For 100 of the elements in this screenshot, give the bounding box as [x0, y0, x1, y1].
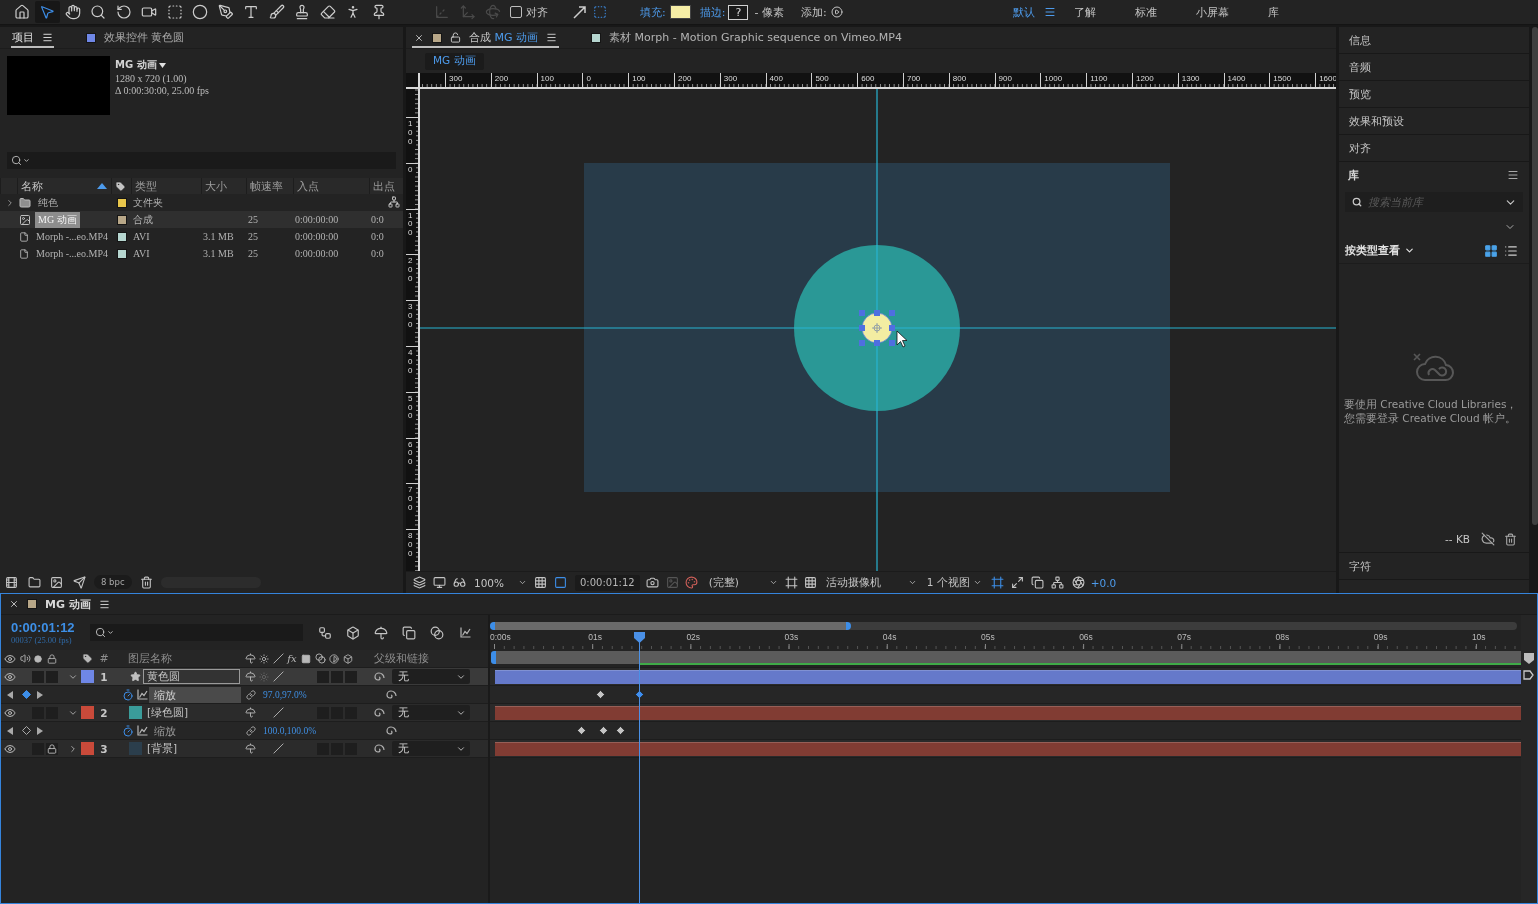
keyframe-icon[interactable] [596, 690, 606, 699]
snapping-checkbox[interactable] [510, 6, 522, 18]
solo-toggle[interactable] [32, 670, 44, 683]
column-header[interactable]: 名称 [21, 178, 43, 194]
search-field[interactable] [7, 152, 396, 169]
project-row[interactable]: MG 动画 合成 25 0:00:00:00 0:0 [0, 211, 403, 228]
switch-toggle[interactable] [331, 670, 343, 683]
item-name[interactable]: Morph -...eo.MP4 [33, 230, 111, 243]
frame-icon[interactable] [784, 576, 798, 589]
panel-header[interactable]: 预览 [1339, 81, 1529, 107]
diamond-icon[interactable] [21, 726, 31, 735]
large-circle[interactable] [794, 245, 960, 411]
speaker-icon[interactable] [19, 653, 31, 664]
trash-icon[interactable] [139, 575, 153, 589]
grid-icon[interactable] [803, 576, 817, 589]
view-layout-dropdown[interactable]: 1 个视图 [923, 574, 984, 591]
cube-icon[interactable] [343, 653, 353, 664]
current-time-field[interactable]: 0:00:01:12 [575, 574, 640, 591]
selection-handle[interactable] [874, 340, 880, 346]
menu-icon[interactable] [98, 598, 110, 610]
spiral-icon[interactable] [385, 724, 397, 737]
umbrella-icon[interactable] [374, 625, 388, 640]
workspace-tab[interactable]: 标准 [1134, 4, 1157, 20]
property-name[interactable]: 缩放 [149, 722, 241, 739]
property-value[interactable]: 100.0,100.0% [263, 725, 317, 736]
playhead[interactable] [634, 632, 646, 903]
property-value[interactable]: 97.0,97.0% [263, 689, 307, 700]
resolution-dropdown[interactable]: (完整) [705, 574, 780, 591]
network-icon[interactable] [1050, 576, 1064, 589]
menu-icon[interactable] [546, 32, 557, 43]
switch-toggle[interactable] [345, 670, 357, 683]
aperture-icon[interactable] [1071, 576, 1085, 589]
property-row[interactable]: 缩放 100.0,100.0% [1, 722, 488, 740]
dashed-square-icon[interactable] [593, 5, 607, 19]
column-header[interactable]: 类型 [135, 178, 157, 194]
lock-toggle[interactable] [46, 742, 58, 755]
diamond-icon[interactable] [21, 690, 31, 699]
link-icon[interactable] [246, 725, 256, 736]
half-circle-icon[interactable] [329, 653, 339, 664]
layer-bar[interactable] [495, 741, 1521, 756]
camera-icon[interactable] [645, 576, 659, 589]
camera-dropdown[interactable]: 活动摄像机 [822, 574, 919, 591]
keyframe-icon[interactable] [599, 726, 609, 735]
lock-toggle[interactable] [46, 670, 58, 683]
guide-line[interactable] [876, 89, 878, 571]
umbrella-icon[interactable] [244, 707, 256, 718]
swatch-icon[interactable] [80, 742, 94, 755]
keyframe-icon[interactable] [615, 726, 625, 735]
selection-handle[interactable] [874, 310, 880, 316]
graph-icon[interactable] [459, 627, 471, 638]
frame-icon[interactable] [990, 576, 1004, 589]
column-header[interactable]: 大小 [205, 178, 227, 194]
column-header[interactable]: 帧速率 [250, 178, 283, 194]
trash-icon[interactable] [1504, 532, 1517, 546]
close-icon[interactable] [9, 599, 19, 609]
column-header[interactable]: 父级和链接 [374, 651, 429, 666]
image-icon[interactable] [50, 575, 63, 589]
square-icon[interactable] [554, 576, 567, 589]
parent-dropdown[interactable]: 无 [392, 741, 470, 756]
sun-icon[interactable] [259, 653, 269, 664]
flowchart-icon[interactable] [318, 625, 332, 640]
swatch-icon[interactable] [669, 5, 691, 19]
workspace-tab[interactable]: 默认 [1012, 4, 1035, 20]
bit-depth-button[interactable]: 8 bpc [94, 575, 132, 589]
umbrella-icon[interactable] [244, 743, 256, 754]
selection-handle[interactable] [889, 325, 895, 331]
film-icon[interactable] [5, 575, 18, 589]
layer-bar[interactable] [495, 705, 1521, 720]
selection-handle[interactable] [859, 310, 865, 316]
scrollbar-thumb[interactable] [1532, 27, 1538, 525]
bookmark-icon[interactable] [1524, 653, 1534, 664]
layer-name[interactable]: 黄色圆 [143, 669, 240, 684]
exposure-value[interactable]: +0.0 [1090, 576, 1117, 589]
layer-row[interactable]: 2 [绿色圆] 无 [1, 704, 488, 722]
workspace-tab[interactable]: 小屏幕 [1195, 4, 1229, 20]
column-header[interactable]: 图层名称 [128, 651, 172, 666]
paper-plane-icon[interactable] [73, 575, 86, 589]
composition-dropdown[interactable]: MG 动画 [115, 58, 166, 72]
layer-row[interactable]: 1 黄色圆 无 [1, 668, 488, 686]
tag-icon[interactable] [115, 180, 126, 192]
keyframe-icon[interactable] [635, 690, 645, 699]
marker-icon[interactable] [1523, 670, 1535, 680]
slash-icon[interactable] [272, 671, 284, 682]
copy-icon[interactable] [402, 625, 416, 640]
panel-header[interactable]: 信息 [1339, 27, 1529, 53]
dot-icon[interactable] [34, 654, 42, 663]
panel-header[interactable]: 字符 [1339, 553, 1529, 579]
property-name[interactable]: 缩放 [149, 686, 241, 703]
selection-handle[interactable] [859, 340, 865, 346]
parent-dropdown[interactable]: 无 [392, 705, 470, 720]
glasses-icon[interactable] [453, 576, 466, 589]
flowchart-icon[interactable] [388, 196, 400, 208]
right-triangle-icon[interactable] [37, 690, 43, 699]
open-lock-icon[interactable] [450, 32, 461, 43]
slash-icon[interactable] [272, 707, 284, 718]
panel-header[interactable]: 效果和预设 [1339, 108, 1529, 134]
panel-tab[interactable]: 效果控件 黄色圆 [85, 27, 186, 48]
column-header[interactable]: # [99, 652, 109, 665]
spiral-icon[interactable] [373, 706, 385, 719]
timeline-tab[interactable]: MG 动画 [9, 596, 110, 612]
